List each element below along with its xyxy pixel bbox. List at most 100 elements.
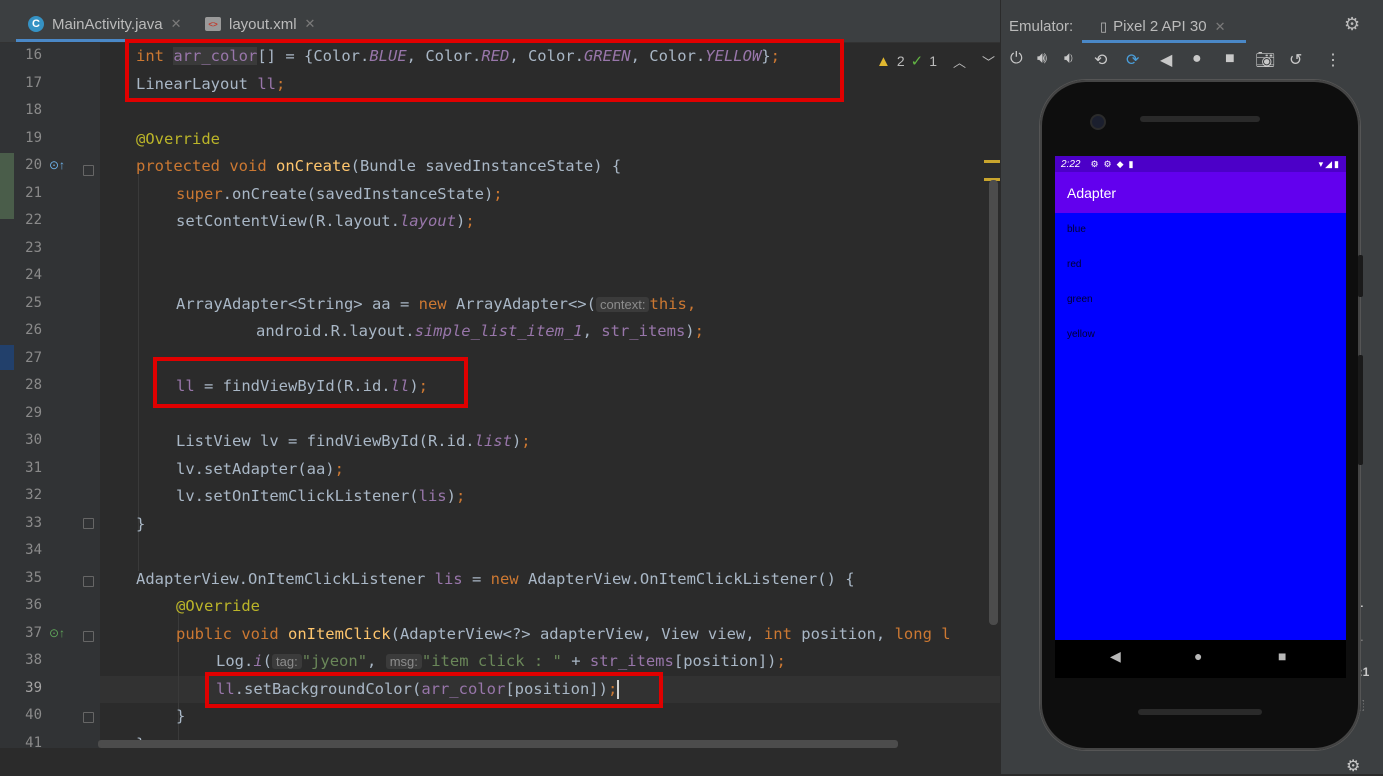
code-line-37: public void onItemClick(AdapterView<?> a… — [176, 625, 951, 643]
line-number: 28 — [25, 377, 42, 393]
list-item[interactable]: red — [1067, 259, 1081, 270]
code-line-33: } — [136, 515, 146, 533]
code-line-38: Log.i(tag: "jyeon", msg: "item click : " +… — [216, 652, 786, 670]
line-number: 22 — [25, 212, 42, 228]
highlight-box-fields — [125, 39, 844, 102]
horizontal-scrollbar[interactable] — [98, 740, 898, 748]
warning-count: 2 — [896, 53, 905, 69]
status-time: 2:22 — [1061, 158, 1081, 170]
change-strip — [0, 43, 16, 748]
nav-back-icon[interactable]: ◀ — [1110, 648, 1121, 665]
phone-volume-button[interactable] — [1358, 355, 1363, 465]
line-number-current: 39 — [25, 680, 42, 696]
vcs-added-marker[interactable] — [0, 153, 14, 219]
line-number: 20 — [25, 157, 42, 173]
code-line-31: lv.setAdapter(aa); — [176, 460, 344, 478]
fold-marker-icon[interactable] — [83, 518, 94, 529]
line-number: 24 — [25, 267, 42, 283]
fold-marker-icon[interactable] — [83, 576, 94, 587]
device-icon: ▯ — [1100, 18, 1108, 34]
line-number: 16 — [25, 47, 42, 63]
line-number: 37 — [25, 625, 42, 641]
close-icon[interactable]: ✕ — [305, 16, 316, 32]
front-camera-icon — [1090, 114, 1106, 130]
tab-layout-xml[interactable]: <> layout.xml ✕ — [205, 6, 325, 42]
signal-battery-icon: ▾◢▮ — [1318, 158, 1341, 169]
list-item[interactable]: blue — [1067, 224, 1086, 235]
line-number: 18 — [25, 102, 42, 118]
error-stripe-marker[interactable] — [984, 160, 1000, 163]
volume-up-icon[interactable]: 🔊︎ — [1037, 50, 1047, 68]
line-number: 32 — [25, 487, 42, 503]
back-icon[interactable]: ◀ — [1160, 50, 1172, 70]
list-item[interactable]: green — [1067, 294, 1093, 305]
chevron-up-icon[interactable]: ︿ — [953, 52, 966, 71]
list-item[interactable]: yellow — [1067, 329, 1095, 340]
status-icons: ⚙⚙◆▮ — [1090, 158, 1139, 169]
tab-label: MainActivity.java — [52, 15, 163, 33]
line-number: 19 — [25, 130, 42, 146]
line-number: 35 — [25, 570, 42, 586]
gear-icon[interactable]: ⚙ — [1344, 14, 1360, 35]
implements-icon[interactable]: ⊙↑ — [49, 626, 65, 640]
code-line-25: ArrayAdapter<String> aa = new ArrayAdapt… — [176, 295, 697, 313]
more-icon[interactable]: ⋮ — [1325, 50, 1341, 70]
nav-home-icon[interactable]: ● — [1194, 648, 1202, 664]
device-screen[interactable]: 2:22 ⚙⚙◆▮ ▾◢▮ Adapter blue red green yel… — [1055, 156, 1346, 640]
code-line-30: ListView lv = findViewById(R.id.list); — [176, 432, 531, 450]
device-tab-label: Pixel 2 API 30 — [1113, 18, 1207, 35]
code-line-22: setContentView(R.layout.layout); — [176, 212, 475, 230]
code-line-21: super.onCreate(savedInstanceState); — [176, 185, 503, 203]
line-number: 23 — [25, 240, 42, 256]
warning-icon: ▲ — [876, 52, 891, 70]
line-number: 33 — [25, 515, 42, 531]
nav-overview-icon[interactable]: ■ — [1278, 648, 1286, 664]
code-line-40: } — [176, 707, 186, 725]
close-icon[interactable]: ✕ — [171, 16, 182, 32]
gear-icon[interactable]: ⚙ — [1346, 756, 1360, 776]
vertical-scrollbar[interactable] — [989, 180, 998, 625]
param-hint-tag: tag: — [272, 654, 302, 669]
param-hint-context: context: — [595, 297, 650, 312]
emulator-label: Emulator: — [1009, 18, 1074, 35]
line-number: 41 — [25, 735, 42, 751]
highlight-box-setbackground — [205, 672, 663, 708]
fold-marker-icon[interactable] — [83, 712, 94, 723]
power-icon[interactable]: ⏻ — [1010, 50, 1023, 68]
highlight-box-findviewbyid — [153, 357, 468, 408]
line-number: 38 — [25, 652, 42, 668]
tab-label: layout.xml — [229, 15, 297, 33]
line-number: 36 — [25, 597, 42, 613]
rotate-left-icon[interactable]: ⟲ — [1094, 50, 1107, 70]
fold-marker-icon[interactable] — [83, 165, 94, 176]
vcs-modified-marker[interactable] — [0, 345, 14, 370]
chevron-down-icon[interactable]: ﹀ — [982, 52, 995, 71]
phone-power-button[interactable] — [1358, 255, 1363, 297]
check-icon: ✓ — [910, 53, 924, 70]
overview-icon[interactable]: ■ — [1225, 50, 1235, 68]
home-icon[interactable]: ● — [1192, 50, 1202, 68]
app-bar: Adapter — [1055, 172, 1346, 213]
line-number: 27 — [25, 350, 42, 366]
speaker-grille — [1140, 116, 1260, 122]
tab-device[interactable]: ▯ Pixel 2 API 30 ✕ — [1082, 10, 1246, 43]
tab-mainactivity-java[interactable]: C MainActivity.java ✕ — [16, 6, 193, 42]
replay-icon[interactable]: ↺ — [1289, 50, 1302, 70]
app-title: Adapter — [1067, 184, 1117, 201]
speaker-grille — [1138, 709, 1262, 715]
fold-marker-icon[interactable] — [83, 631, 94, 642]
inspection-widget[interactable]: ▲ 2 ✓ 1 ︿ ﹀ — [876, 50, 995, 72]
close-icon[interactable]: ✕ — [1215, 19, 1226, 35]
camera-icon[interactable]: 📷︎ — [1255, 50, 1275, 70]
volume-down-icon[interactable]: 🔉︎ — [1064, 50, 1074, 68]
line-number: 30 — [25, 432, 42, 448]
override-up-arrow-icon[interactable]: ⊙↑ — [49, 158, 65, 172]
check-count: 1 — [929, 53, 938, 69]
line-number: 40 — [25, 707, 42, 723]
rotate-right-icon[interactable]: ⟳ — [1126, 50, 1139, 70]
code-line-35: AdapterView.OnItemClickListener lis = ne… — [136, 570, 855, 588]
code-line-26: android.R.layout.simple_list_item_1, str… — [256, 322, 704, 340]
line-number: 34 — [25, 542, 42, 558]
line-number: 17 — [25, 75, 42, 91]
param-hint-msg: msg: — [385, 654, 422, 669]
